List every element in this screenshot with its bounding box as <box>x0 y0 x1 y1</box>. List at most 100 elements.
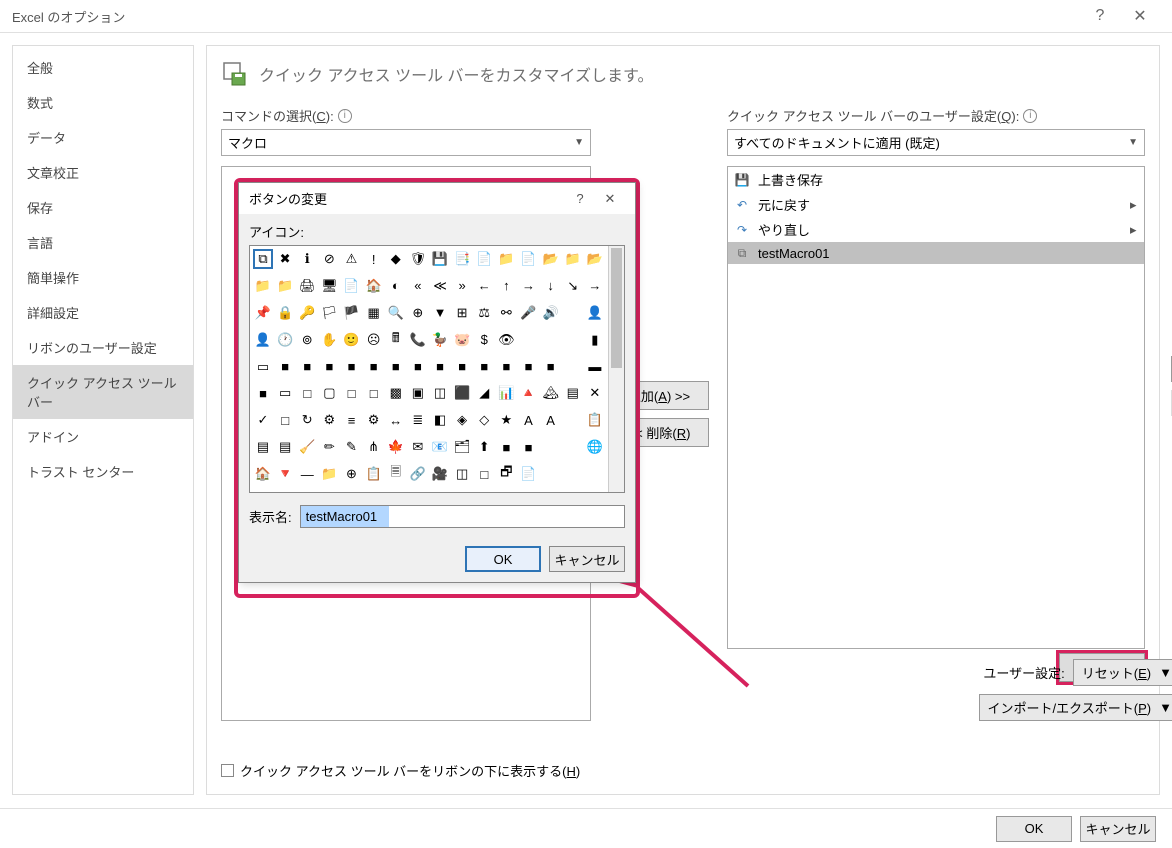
dialog-cancel-button[interactable]: キャンセル <box>549 546 625 572</box>
icon-cell[interactable]: ■ <box>319 357 339 377</box>
sidebar-item-ease[interactable]: 簡単操作 <box>13 260 193 295</box>
icon-cell[interactable]: ▣ <box>408 383 428 403</box>
icon-cell[interactable]: ≣ <box>408 410 428 430</box>
qat-item-redo[interactable]: ↷ やり直し ▸ <box>728 217 1144 242</box>
icon-cell[interactable]: ⚙ <box>364 410 384 430</box>
icon-cell[interactable]: 🔺 <box>519 383 539 403</box>
icon-cell[interactable]: ✏ <box>319 437 339 457</box>
icon-cell[interactable] <box>563 464 583 484</box>
info-icon[interactable]: i <box>338 109 352 123</box>
icon-cell[interactable]: 🐷 <box>452 330 472 350</box>
icon-cell[interactable]: 📁 <box>275 276 295 296</box>
icon-cell[interactable]: ✉ <box>408 437 428 457</box>
icon-cell[interactable] <box>563 437 583 457</box>
icon-cell[interactable]: ■ <box>541 357 561 377</box>
icon-cell[interactable]: 🏴 <box>342 303 362 323</box>
icon-cell[interactable]: 🔻 <box>275 464 295 484</box>
qat-item-save[interactable]: 💾 上書き保存 <box>728 167 1144 192</box>
icon-cell[interactable]: → <box>519 276 539 296</box>
icon-cell[interactable]: 🦆 <box>430 330 450 350</box>
import-export-button[interactable]: インポート/エクスポート(P)▼ <box>979 694 1172 721</box>
icon-cell[interactable]: ↔ <box>386 410 406 430</box>
close-button[interactable]: ✕ <box>1120 6 1160 26</box>
icon-cell[interactable]: ! <box>364 249 384 269</box>
icon-cell[interactable] <box>541 330 561 350</box>
icon-cell[interactable]: ■ <box>408 357 428 377</box>
icon-cell[interactable]: 📁 <box>563 249 583 269</box>
icon-cell[interactable]: ◇ <box>474 410 494 430</box>
icon-cell[interactable]: ← <box>474 276 494 296</box>
info-icon[interactable]: i <box>1023 109 1037 123</box>
icon-cell[interactable]: 📋 <box>585 410 605 430</box>
icon-cell[interactable]: 📧 <box>430 437 450 457</box>
icon-cell[interactable]: 🎤 <box>519 303 539 323</box>
dialog-help-button[interactable]: ? <box>565 191 595 206</box>
icon-cell[interactable] <box>563 357 583 377</box>
icon-cell[interactable]: 🕐 <box>275 330 295 350</box>
icon-cell[interactable]: □ <box>342 383 362 403</box>
icon-cell[interactable]: 🏠 <box>253 464 273 484</box>
sidebar-item-qat[interactable]: クイック アクセス ツール バー <box>13 365 193 419</box>
icon-cell[interactable]: $ <box>474 330 494 350</box>
icon-cell[interactable]: 💾 <box>430 249 450 269</box>
icon-cell[interactable]: 🖨 <box>297 276 317 296</box>
icon-cell[interactable]: ◐ <box>386 276 406 296</box>
icon-cell[interactable]: — <box>297 464 317 484</box>
icon-cell[interactable]: 📄 <box>474 249 494 269</box>
icon-cell[interactable] <box>541 464 561 484</box>
icon-cell[interactable]: 🖥 <box>319 276 339 296</box>
icon-cell[interactable]: ■ <box>452 357 472 377</box>
icon-cell[interactable]: A <box>541 410 561 430</box>
icon-cell[interactable]: ■ <box>297 357 317 377</box>
icon-cell[interactable]: ◢ <box>474 383 494 403</box>
icon-cell[interactable]: 📑 <box>452 249 472 269</box>
dialog-close-button[interactable]: ✕ <box>595 191 625 207</box>
icon-cell[interactable]: A <box>519 410 539 430</box>
icon-cell[interactable]: ■ <box>342 357 362 377</box>
qat-item-macro[interactable]: ⧉ testMacro01 <box>728 242 1144 264</box>
icon-cell[interactable]: ▩ <box>386 383 406 403</box>
cancel-button[interactable]: キャンセル <box>1080 816 1156 842</box>
icon-cell[interactable] <box>519 330 539 350</box>
icon-cell[interactable]: ≪ <box>430 276 450 296</box>
icon-cell[interactable]: ▬ <box>585 357 605 377</box>
icon-cell[interactable]: ▤ <box>275 437 295 457</box>
icon-cell[interactable]: ▤ <box>253 437 273 457</box>
icon-cell[interactable]: ⋔ <box>364 437 384 457</box>
icon-cell[interactable]: ☹ <box>364 330 384 350</box>
icon-cell[interactable]: ⬆ <box>474 437 494 457</box>
icon-cell[interactable]: ■ <box>275 357 295 377</box>
icon-cell[interactable]: ℹ <box>297 249 317 269</box>
icon-cell[interactable]: ▼ <box>430 303 450 323</box>
icon-cell[interactable]: ⚯ <box>496 303 516 323</box>
sidebar-item-advanced[interactable]: 詳細設定 <box>13 295 193 330</box>
icon-cell[interactable]: 👤 <box>253 330 273 350</box>
icon-cell[interactable]: ■ <box>474 357 494 377</box>
icon-cell[interactable]: 🏔 <box>541 383 561 403</box>
icon-cell[interactable]: ■ <box>364 357 384 377</box>
icon-cell[interactable]: 🛡 <box>408 249 428 269</box>
icon-cell[interactable]: ✎ <box>342 437 362 457</box>
icon-cell[interactable]: 📁 <box>319 464 339 484</box>
icon-cell[interactable]: ◈ <box>452 410 472 430</box>
icon-cell[interactable]: ■ <box>519 437 539 457</box>
icon-cell[interactable]: ▢ <box>319 383 339 403</box>
ok-button[interactable]: OK <box>996 816 1072 842</box>
icon-grid[interactable]: ⧉✖ℹ⊘⚠!◆🛡💾📑📄📁📄📂📁📂📁📁🖨🖥📄🏠◐«≪»←↑→↓↘→📌🔒🔑🏳🏴▦🔍⊕… <box>250 246 608 492</box>
icon-cell[interactable]: 🏠 <box>364 276 384 296</box>
icon-cell[interactable]: ▭ <box>253 357 273 377</box>
icon-cell[interactable]: □ <box>297 383 317 403</box>
icon-cell[interactable]: 👁 <box>496 330 516 350</box>
icon-cell[interactable]: 🌐 <box>585 437 605 457</box>
icon-cell[interactable]: 🔍 <box>386 303 406 323</box>
icon-cell[interactable]: « <box>408 276 428 296</box>
icon-cell[interactable]: ◫ <box>452 464 472 484</box>
icon-cell[interactable]: ⬛ <box>452 383 472 403</box>
icon-cell[interactable]: □ <box>474 464 494 484</box>
icon-cell[interactable]: ■ <box>519 357 539 377</box>
icon-cell[interactable]: 🧹 <box>297 437 317 457</box>
icon-cell[interactable]: 🖩 <box>386 330 406 350</box>
icon-cell[interactable]: 📄 <box>519 464 539 484</box>
icon-cell[interactable]: 🍁 <box>386 437 406 457</box>
icon-cell[interactable]: ⚠ <box>342 249 362 269</box>
